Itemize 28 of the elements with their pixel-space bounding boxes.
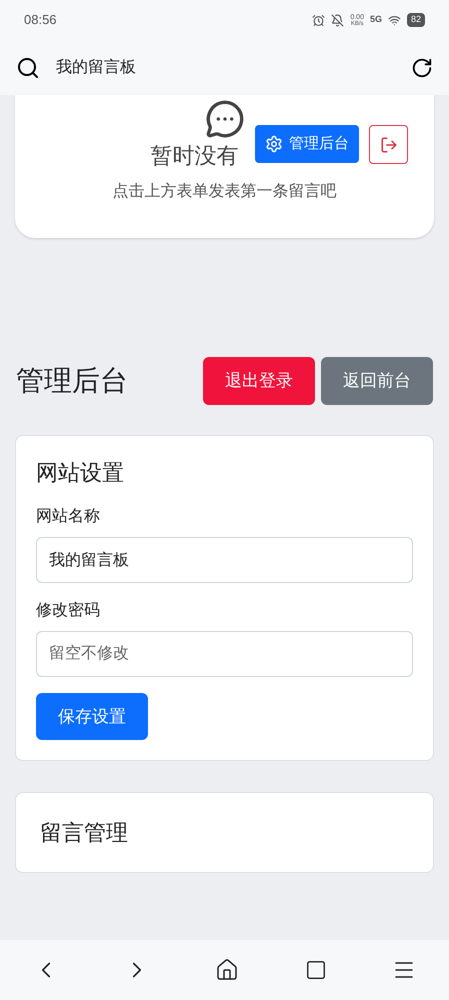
card-title: 网站设置 [36,459,125,487]
input-field[interactable]: 留空不修改 [36,631,413,677]
search-icon[interactable] [16,56,40,80]
field-label: 网站名称 [36,506,101,527]
settings-icon [265,135,283,153]
empty-title: 暂时没有 [150,142,238,170]
network-type: 5G [370,13,382,26]
wifi-icon [388,14,401,26]
bell-off-icon [331,14,344,26]
page-title: 我的留言板 [56,58,137,78]
input-field[interactable]: 我的留言板 [36,537,413,583]
battery-level: 82 [406,13,425,27]
save-button[interactable]: 保存设置 [36,693,148,740]
empty-hint: 点击上方表单发表第一条留言吧 [112,182,336,202]
admin-heading: 管理后台 [16,364,129,398]
alarm-icon [312,14,326,26]
home-icon[interactable] [215,958,240,982]
speech-bubble-icon [204,99,244,139]
header-button[interactable]: 退出登录 [203,357,315,405]
reload-icon[interactable] [411,56,433,78]
header-button[interactable]: 返回前台 [321,357,433,405]
status-time: 08:56 [24,11,57,30]
card-title: 留言管理 [40,819,128,847]
tabs-icon[interactable] [304,959,327,981]
logout-icon [380,136,398,154]
admin-button[interactable]: 管理后台 [255,125,359,163]
logout-icon-button[interactable] [369,125,408,164]
field-label: 修改密码 [36,600,101,621]
